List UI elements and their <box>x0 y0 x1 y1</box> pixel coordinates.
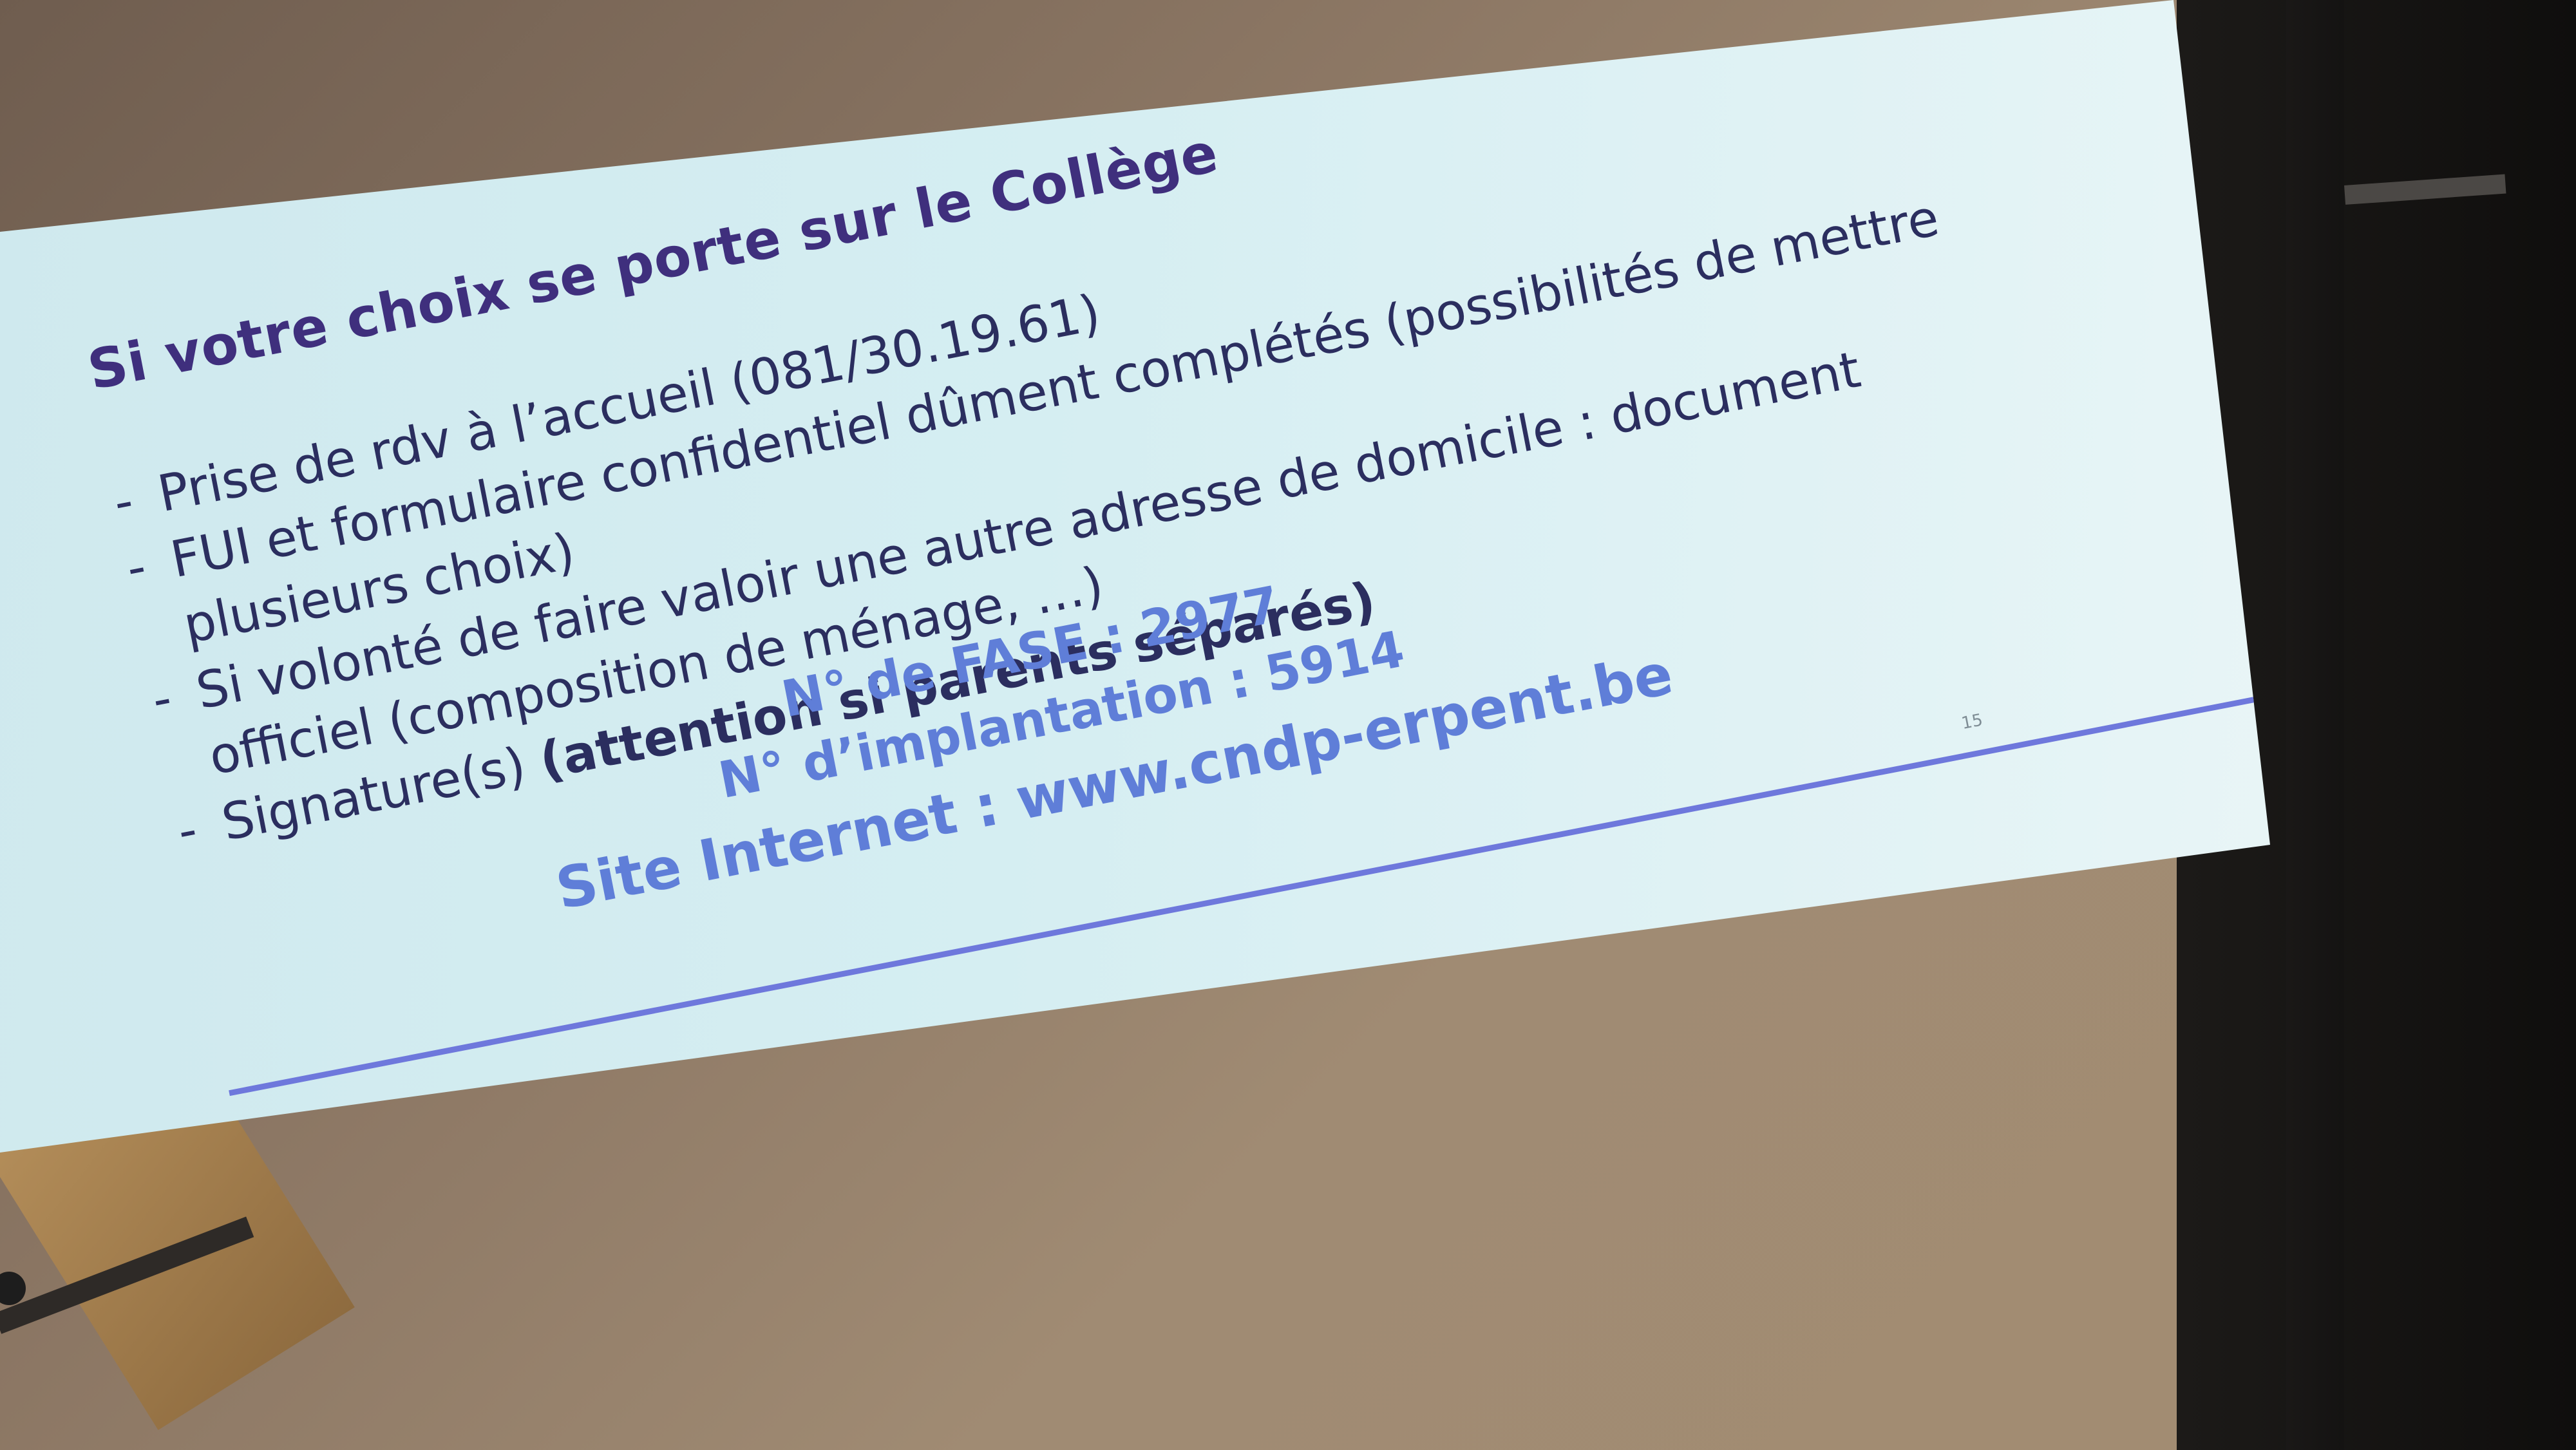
bullet-dash: - <box>147 669 176 730</box>
bullet-dash: - <box>173 800 202 861</box>
bullet-list: - Prise de rdv à l’accueil (081/30.19.61… <box>108 115 2018 865</box>
slide-content: Si votre choix se porte sur le Collège -… <box>83 0 2270 1103</box>
slide-page-number: 15 <box>1960 710 1985 734</box>
wall-strip <box>2286 0 2344 1450</box>
lectern-knob <box>0 1272 26 1305</box>
bullet-dash: - <box>122 537 151 598</box>
bullet-dash: - <box>109 471 138 532</box>
